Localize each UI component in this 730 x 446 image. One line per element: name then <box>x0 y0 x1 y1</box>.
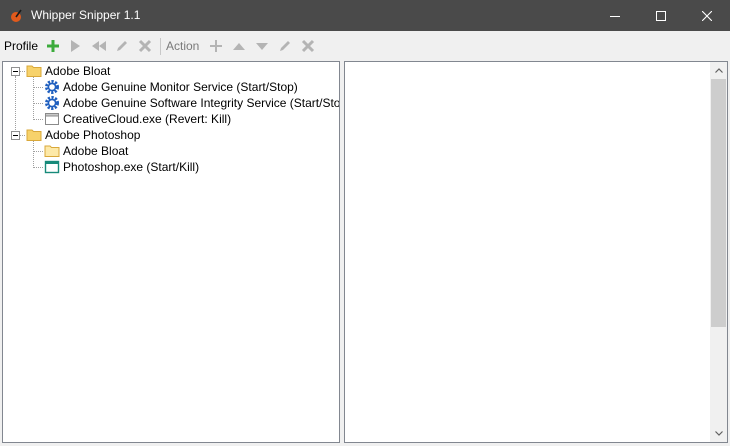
service-gear-icon <box>45 80 59 94</box>
triangle-down-icon <box>256 43 268 50</box>
folder-icon <box>26 129 42 141</box>
edit-profile-button[interactable] <box>113 37 131 55</box>
maximize-button[interactable] <box>638 0 684 31</box>
tree-line <box>33 76 34 118</box>
delete-x-icon <box>138 39 152 53</box>
tree-node-adobe-bloat[interactable]: Adobe Bloat <box>26 63 110 79</box>
add-action-button[interactable] <box>207 37 225 55</box>
tree-node-creativecloud-exe[interactable]: CreativeCloud.exe (Revert: Kill) <box>44 111 231 127</box>
minimize-icon <box>610 15 620 17</box>
revert-profile-button[interactable] <box>90 37 108 55</box>
tree-node-label: Adobe Photoshop <box>45 128 141 142</box>
add-profile-button[interactable] <box>44 37 62 55</box>
tree-line <box>33 167 43 168</box>
scroll-up-button[interactable] <box>710 62 727 79</box>
tree-node-adobe-genuine-monitor-service[interactable]: Adobe Genuine Monitor Service (Start/Sto… <box>44 79 298 95</box>
window-app-icon-teal <box>44 160 60 174</box>
chevron-up-icon <box>714 68 723 73</box>
service-gear-icon <box>45 96 59 110</box>
tree-node-adobe-bloat-ref[interactable]: Adobe Bloat <box>44 143 128 159</box>
maximize-icon <box>656 10 666 21</box>
collapse-toggle-adobe-photoshop[interactable] <box>11 131 20 140</box>
minimize-button[interactable] <box>592 0 638 31</box>
tree-node-label: CreativeCloud.exe (Revert: Kill) <box>63 112 232 126</box>
folder-icon <box>44 145 60 157</box>
folder-icon <box>26 65 42 77</box>
tree-node-label: Adobe Bloat <box>63 144 129 158</box>
plus-icon <box>210 40 222 52</box>
delete-profile-button[interactable] <box>136 37 154 55</box>
tree-line <box>33 151 43 152</box>
tree-node-adobe-photoshop[interactable]: Adobe Photoshop <box>26 127 140 143</box>
triangle-up-icon <box>233 43 245 50</box>
scroll-down-button[interactable] <box>710 425 727 442</box>
rewind-icon <box>92 41 106 51</box>
toolbar: Profile Action <box>0 31 730 60</box>
tree-line <box>33 140 34 166</box>
close-button[interactable] <box>684 0 730 31</box>
profile-tree[interactable]: Adobe Bloat Adobe Genuine Monitor Servic… <box>2 61 340 443</box>
delete-x-icon <box>301 39 315 53</box>
move-action-up-button[interactable] <box>230 37 248 55</box>
profile-label: Profile <box>4 39 39 53</box>
tree-node-label: Adobe Genuine Monitor Service (Start/Sto… <box>63 80 298 94</box>
app-logo-icon <box>11 9 22 22</box>
pencil-icon <box>280 41 290 51</box>
collapse-toggle-adobe-bloat[interactable] <box>11 67 20 76</box>
tree-line <box>33 87 43 88</box>
delete-action-button[interactable] <box>299 37 317 55</box>
move-action-down-button[interactable] <box>253 37 271 55</box>
play-icon <box>71 40 80 52</box>
chevron-down-icon <box>714 431 723 436</box>
tree-node-label: Adobe Bloat <box>45 64 111 78</box>
scrollbar-thumb[interactable] <box>711 79 726 327</box>
run-profile-button[interactable] <box>66 37 84 55</box>
action-detail-panel[interactable] <box>344 61 728 443</box>
title-bar: Whipper Snipper 1.1 <box>0 0 730 31</box>
tree-node-adobe-genuine-software-integrity-service[interactable]: Adobe Genuine Software Integrity Service… <box>44 95 340 111</box>
window-title: Whipper Snipper 1.1 <box>31 8 141 22</box>
vertical-scrollbar[interactable] <box>710 62 727 442</box>
close-icon <box>702 10 712 21</box>
tree-node-photoshop-exe[interactable]: Photoshop.exe (Start/Kill) <box>44 159 199 175</box>
tree-node-label: Adobe Genuine Software Integrity Service… <box>63 96 340 110</box>
action-label: Action <box>166 39 200 53</box>
pencil-icon <box>117 41 127 51</box>
plus-icon <box>47 40 59 52</box>
edit-action-button[interactable] <box>276 37 294 55</box>
tree-node-label: Photoshop.exe (Start/Kill) <box>63 160 200 174</box>
toolbar-separator <box>160 38 161 55</box>
window-app-icon <box>45 113 59 125</box>
tree-line <box>33 119 43 120</box>
tree-line <box>33 103 43 104</box>
